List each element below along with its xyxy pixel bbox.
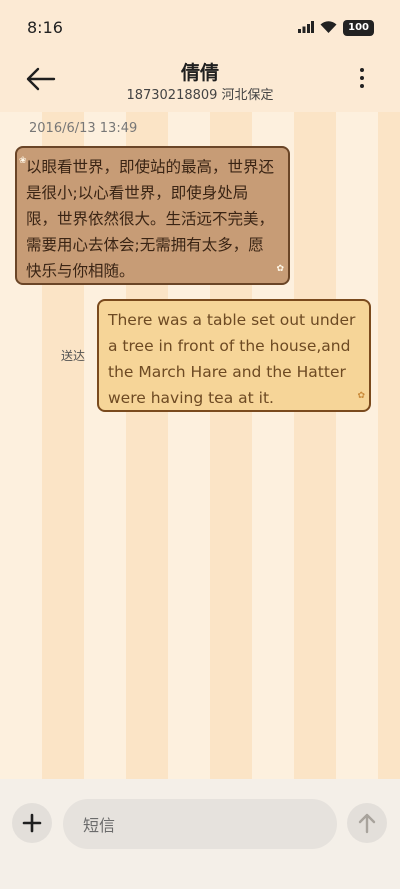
- contact-name: 倩倩: [180, 62, 219, 84]
- more-options-button[interactable]: [356, 66, 368, 92]
- delivery-status: 送达: [61, 349, 86, 363]
- more-vertical-icon: [360, 68, 364, 88]
- wifi-icon: [320, 18, 337, 37]
- bubble-decoration-icon: ✿: [357, 391, 365, 401]
- plus-icon: [22, 813, 42, 833]
- status-bar: 8:16 100: [0, 0, 400, 56]
- bubble-decoration-icon: ✿: [276, 264, 284, 274]
- message-input[interactable]: 短信: [63, 799, 337, 849]
- bubble-decoration-icon: ❀: [19, 156, 27, 166]
- battery-icon: 100: [343, 19, 374, 36]
- conversation-header: 倩倩 18730218809 河北保定: [0, 56, 400, 112]
- outgoing-message-bubble[interactable]: There was a table set out under a tree i…: [97, 299, 371, 412]
- attach-button[interactable]: [12, 803, 52, 843]
- contact-info: 18730218809 河北保定: [126, 88, 274, 103]
- incoming-message-text: 以眼看世界，即使站的最高，世界还是很小;以心看世界，即使身处局限，世界依然很大。…: [26, 158, 275, 280]
- status-icons: 100: [298, 18, 374, 37]
- outgoing-message-text: There was a table set out under a tree i…: [108, 311, 356, 407]
- incoming-message-bubble[interactable]: ❀ 以眼看世界，即使站的最高，世界还是很小;以心看世界，即使身处局限，世界依然很…: [15, 146, 290, 285]
- message-input-placeholder: 短信: [83, 816, 116, 835]
- send-button[interactable]: [347, 803, 387, 843]
- status-time: 8:16: [27, 18, 63, 37]
- signal-icon: [298, 18, 315, 37]
- send-arrow-icon: [358, 813, 376, 834]
- message-timestamp: 2016/6/13 13:49: [29, 121, 138, 136]
- composer-bar: 短信: [0, 779, 400, 889]
